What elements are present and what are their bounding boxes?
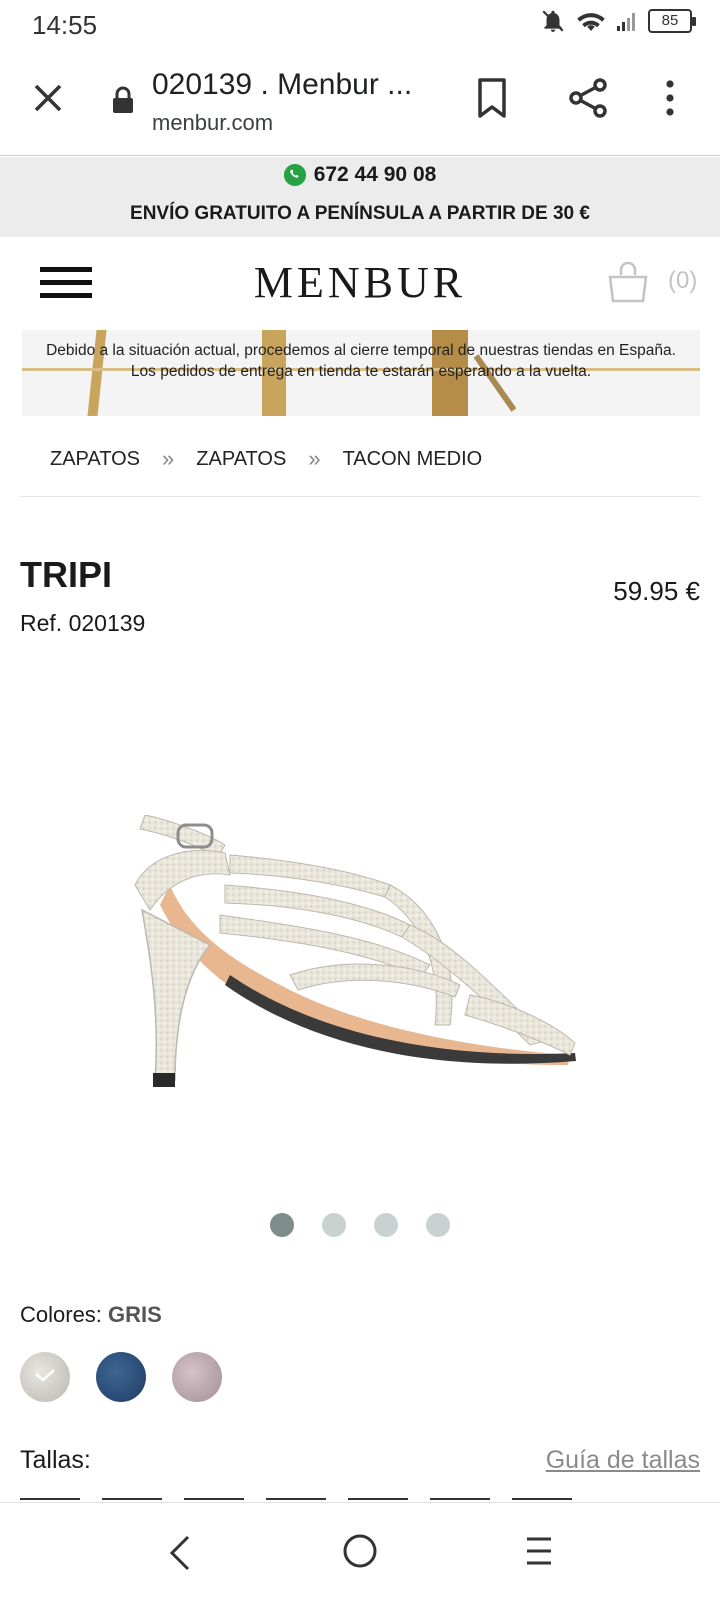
- status-bar: 14:55 85: [0, 0, 720, 48]
- colors-label-text: Colores:: [20, 1302, 102, 1327]
- color-swatch-gris[interactable]: [20, 1352, 70, 1402]
- color-swatch-azul[interactable]: [96, 1352, 146, 1402]
- more-vert-icon[interactable]: [660, 76, 680, 120]
- color-swatches: [20, 1352, 222, 1402]
- product-ref: Ref. 020139: [20, 610, 146, 636]
- browser-toolbar: 020139 . Menbur ... menbur.com: [0, 48, 720, 156]
- carousel-dot[interactable]: [270, 1213, 294, 1237]
- bookmark-icon[interactable]: [474, 76, 510, 120]
- promo-phone[interactable]: 672 44 90 08: [0, 163, 720, 187]
- back-icon[interactable]: [166, 1533, 196, 1573]
- sizes-label: Tallas:: [20, 1446, 91, 1474]
- product-image[interactable]: [130, 815, 590, 1115]
- colors-label: Colores: GRIS: [20, 1302, 162, 1328]
- carousel-dot[interactable]: [374, 1213, 398, 1237]
- carousel-dot[interactable]: [322, 1213, 346, 1237]
- promo-shipping: ENVÍO GRATUITO A PENÍNSULA A PARTIR DE 3…: [130, 203, 590, 224]
- breadcrumb-item[interactable]: TACON MEDIO: [343, 448, 483, 471]
- mute-notification-icon: [542, 10, 564, 32]
- site-header: MENBUR (0): [0, 237, 720, 327]
- promo-phone-number: 672 44 90 08: [313, 163, 437, 186]
- selected-color: GRIS: [108, 1302, 162, 1327]
- image-carousel-dots: [270, 1213, 450, 1237]
- notice-text: Debido a la situación actual, procedemos…: [46, 342, 676, 380]
- page-title[interactable]: 020139 . Menbur ...: [152, 68, 412, 102]
- system-nav-bar: [0, 1502, 720, 1600]
- lock-icon: [113, 86, 133, 113]
- whatsapp-icon: [283, 164, 306, 186]
- page-url[interactable]: menbur.com: [152, 110, 273, 136]
- close-icon[interactable]: [28, 78, 68, 118]
- breadcrumb-separator: »: [162, 446, 175, 471]
- color-swatch-rosa[interactable]: [172, 1352, 222, 1402]
- notice-banner[interactable]: Debido a la situación actual, procedemos…: [22, 330, 700, 416]
- product-price: 59.95 €: [613, 576, 700, 606]
- breadcrumb-item[interactable]: ZAPATOS: [196, 448, 286, 471]
- shopping-bag-icon[interactable]: [606, 259, 650, 303]
- carousel-dot[interactable]: [426, 1213, 450, 1237]
- status-icons: 85: [540, 8, 696, 34]
- promo-bar: 672 44 90 08 ENVÍO GRATUITO A PENÍNSULA …: [0, 157, 720, 237]
- home-icon[interactable]: [342, 1533, 378, 1569]
- divider: [20, 496, 700, 497]
- signal-icon: [617, 13, 635, 31]
- breadcrumb-item[interactable]: ZAPATOS: [50, 448, 140, 471]
- status-time: 14:55: [32, 10, 98, 40]
- share-icon[interactable]: [566, 76, 610, 120]
- checkmark-icon: [35, 1369, 55, 1382]
- cart-count[interactable]: (0): [668, 267, 697, 295]
- breadcrumb-separator: »: [308, 446, 321, 471]
- breadcrumb: ZAPATOS » ZAPATOS » TACON MEDIO: [50, 446, 482, 472]
- wifi-icon: [577, 13, 605, 32]
- product-name: TRIPI: [20, 554, 113, 595]
- battery-indicator: 85: [648, 9, 696, 33]
- size-guide-link[interactable]: Guía de tallas: [546, 1446, 700, 1475]
- recents-icon[interactable]: [524, 1535, 554, 1567]
